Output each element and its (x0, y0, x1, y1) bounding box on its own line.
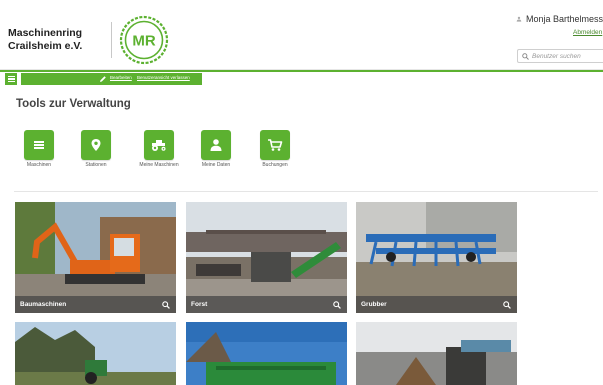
category-tile-6[interactable] (356, 322, 517, 385)
tool-label: Maschinen (26, 162, 52, 168)
tool-stationen[interactable]: Stationen (66, 130, 126, 168)
toolbar-bar: Bearbeiten Benutzeransicht verlassen (21, 73, 202, 85)
category-tile-grubber[interactable]: Grubber (356, 202, 517, 313)
user-icon (516, 16, 522, 22)
tractor-icon (152, 140, 166, 151)
page-title: Tools zur Verwaltung (16, 98, 131, 110)
tool-label: Buchungen (262, 162, 288, 168)
list-icon (34, 141, 44, 149)
tractor-field-photo (15, 322, 176, 385)
edit-icon (100, 76, 106, 82)
zoom-icon[interactable] (333, 300, 341, 309)
menu-toggle-button[interactable] (5, 73, 17, 85)
map-pin-icon (91, 139, 101, 151)
category-label: Baumaschinen (20, 301, 67, 308)
toolbar-leave-userview-link[interactable]: Benutzeransicht verlassen (137, 75, 190, 80)
tool-label: Stationen (85, 162, 107, 168)
tool-label: Meine Daten (201, 162, 231, 168)
user-area: Monja Barthelmess (516, 14, 603, 24)
category-tile-baumaschinen[interactable]: Baumaschinen (15, 202, 176, 313)
tool-meine-daten[interactable]: Meine Daten (186, 130, 246, 168)
category-label: Grubber (361, 301, 387, 308)
search-icon (522, 52, 529, 60)
category-tile-forst[interactable]: Forst (186, 202, 347, 313)
category-label: Forst (191, 301, 208, 308)
header-divider (111, 22, 112, 58)
zoom-icon[interactable] (162, 300, 170, 309)
org-name[interactable]: Maschinenring Crailsheim e.V. (8, 27, 82, 53)
mr-logo[interactable]: MR (119, 15, 169, 65)
tool-label: Meine Maschinen (139, 162, 179, 168)
person-icon (210, 139, 222, 151)
category-tile-5[interactable] (186, 322, 347, 385)
user-search-box[interactable] (517, 49, 603, 63)
user-search-input[interactable] (532, 52, 602, 60)
logout-link[interactable]: Abmelden (573, 29, 602, 36)
admin-toolbar: Bearbeiten Benutzeransicht verlassen (0, 72, 603, 86)
section-divider (14, 191, 598, 192)
user-name[interactable]: Monja Barthelmess (526, 14, 603, 24)
cart-icon (268, 139, 283, 151)
category-tile-4[interactable] (15, 322, 176, 385)
zoom-icon[interactable] (503, 300, 511, 309)
logo-text: MR (132, 33, 155, 50)
header: Maschinenring Crailsheim e.V. MR Monja B… (0, 0, 603, 70)
org-name-line1: Maschinenring (8, 27, 83, 39)
tool-buchungen[interactable]: Buchungen (245, 130, 305, 168)
tool-meine-maschinen[interactable]: Meine Maschinen (129, 130, 189, 168)
tool-maschinen[interactable]: Maschinen (9, 130, 69, 168)
org-name-line2: Crailsheim e.V. (8, 40, 83, 52)
toolbar-edit-link[interactable]: Bearbeiten (110, 75, 132, 80)
screening-machine-photo (356, 322, 517, 385)
tanker-photo (186, 322, 347, 385)
